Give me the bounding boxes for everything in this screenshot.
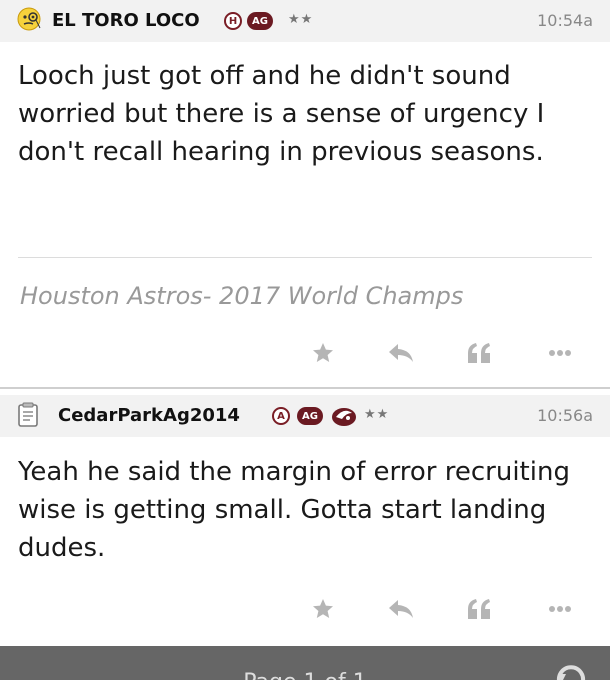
username[interactable]: CedarParkAg2014: [58, 405, 240, 426]
post-1-actions: [0, 333, 610, 373]
reply-icon[interactable]: [383, 589, 419, 629]
badge-ag: AG: [297, 407, 323, 425]
emoji-monocle-face-icon[interactable]: [16, 6, 42, 32]
pagination-footer: Page 1 of 1: [0, 646, 610, 680]
refresh-icon[interactable]: [554, 662, 588, 680]
stars: ★★: [288, 12, 314, 27]
post-body: Looch just got off and he didn't sound w…: [18, 61, 545, 167]
more-icon[interactable]: [540, 333, 580, 373]
post-1-header: EL TORO LOCO H AG ★★ 10:54a: [0, 0, 610, 42]
post-separator: [0, 387, 610, 389]
badge-a: A: [272, 407, 290, 425]
reply-icon[interactable]: [383, 333, 419, 373]
post-2-actions: [0, 589, 610, 629]
post-time: 10:56a: [537, 406, 593, 425]
star-icon[interactable]: [305, 333, 341, 373]
signature: Houston Astros- 2017 World Champs: [20, 282, 464, 310]
post-2-header: CedarParkAg2014 A AG ★★ 10:56a: [0, 395, 610, 437]
quote-icon[interactable]: [462, 589, 498, 629]
badge-ag: AG: [247, 12, 273, 30]
more-icon[interactable]: [540, 589, 580, 629]
signature-divider: [18, 257, 592, 258]
notepad-icon[interactable]: [17, 402, 43, 428]
quote-icon[interactable]: [462, 333, 498, 373]
post-time: 10:54a: [537, 11, 593, 30]
stars: ★★: [364, 407, 390, 422]
username[interactable]: EL TORO LOCO: [52, 10, 200, 31]
badge-h: H: [224, 12, 242, 30]
post-body: Yeah he said the margin of error recruit…: [18, 457, 570, 563]
page-label: Page 1 of 1: [0, 670, 610, 680]
star-icon[interactable]: [305, 589, 341, 629]
aggie-logo-icon: [330, 405, 358, 431]
